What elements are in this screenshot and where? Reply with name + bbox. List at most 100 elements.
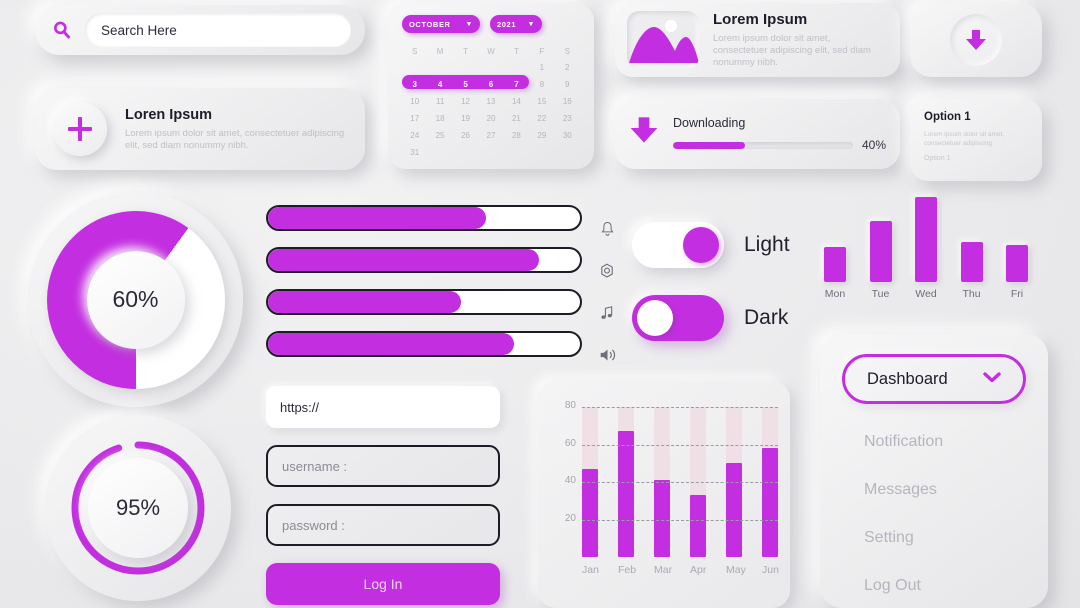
image-placeholder-icon xyxy=(627,11,699,69)
password-input[interactable]: password : xyxy=(266,504,500,546)
image-card-title: Lorem Ipsum xyxy=(713,11,808,28)
calendar-day[interactable]: 1 xyxy=(529,61,554,75)
weekday-label: Thu xyxy=(962,288,981,300)
calendar-day[interactable]: 14 xyxy=(504,95,529,109)
calendar-day[interactable]: 21 xyxy=(504,112,529,126)
calendar-blank xyxy=(478,61,503,75)
menu-item-notification[interactable]: Notification xyxy=(842,418,1026,466)
downloading-body: Downloading 40% xyxy=(673,116,886,152)
music-note-icon[interactable] xyxy=(594,292,620,334)
calendar-month-select[interactable]: OCTOBER ▼ xyxy=(402,15,480,33)
calendar-day-header: T xyxy=(463,47,468,56)
weekday-label: Wed xyxy=(915,288,937,300)
calendar-day[interactable]: 6 xyxy=(478,78,503,92)
calendar-blank xyxy=(453,61,478,75)
calendar-year-label: 2021 xyxy=(497,19,517,29)
calendar-day[interactable]: 4 xyxy=(427,78,452,92)
toggle-dark[interactable] xyxy=(632,295,724,341)
calendar-day[interactable]: 23 xyxy=(555,112,580,126)
url-input[interactable]: https:// xyxy=(266,386,500,428)
option-card[interactable]: Option 1 Lorem ipsum dolor sit amet, con… xyxy=(910,99,1042,181)
calendar-day-header: T xyxy=(513,47,519,56)
calendar-grid[interactable]: S M T W T F S 1 2 3 4 5 6 7 8 9 10 11 12 13 14 15 16 17 18 19 20 21… xyxy=(402,45,580,160)
calendar-day[interactable]: 3 xyxy=(402,78,427,92)
calendar-day[interactable]: 29 xyxy=(529,129,554,143)
menu-item-setting[interactable]: Setting xyxy=(842,514,1026,562)
monthly-chart-gridline xyxy=(582,482,778,483)
volume-slider[interactable] xyxy=(266,331,582,357)
calendar-day[interactable]: 25 xyxy=(427,129,452,143)
calendar-day[interactable]: 20 xyxy=(478,112,503,126)
monthly-chart-xlabel: Jan xyxy=(582,564,599,576)
calendar-day[interactable]: 11 xyxy=(427,95,452,109)
menu-item-log-out[interactable]: Log Out xyxy=(842,562,1026,608)
add-item-card[interactable]: Loren Ipsum Lorem ipsum dolor sit amet, … xyxy=(35,88,365,170)
calendar-day[interactable]: 18 xyxy=(427,112,452,126)
notification-slider[interactable] xyxy=(266,205,582,231)
weekday-bar-column xyxy=(1002,245,1032,282)
volume-icon[interactable] xyxy=(594,334,620,376)
calendar-day[interactable]: 30 xyxy=(555,129,580,143)
login-button[interactable]: Log In xyxy=(266,563,500,605)
monthly-chart-xlabel: May xyxy=(726,564,746,576)
search-bar[interactable]: Search Here xyxy=(35,5,365,55)
calendar-day[interactable]: 19 xyxy=(453,112,478,126)
calendar-day[interactable]: 22 xyxy=(529,112,554,126)
toggle-knob[interactable] xyxy=(683,227,719,263)
menu-selected-label: Dashboard xyxy=(867,369,948,388)
calendar-day[interactable]: 5 xyxy=(453,78,478,92)
menu-selected-item[interactable]: Dashboard xyxy=(842,354,1026,404)
username-input[interactable]: username : xyxy=(266,445,500,487)
calendar-day[interactable]: 28 xyxy=(504,129,529,143)
calendar-header: OCTOBER ▼ 2021 ▼ xyxy=(402,15,580,33)
chevron-down-icon: ▼ xyxy=(465,20,473,28)
weekday-bar-chart: Mon Tue Wed Thu Fri xyxy=(820,190,1032,302)
calendar-year-select[interactable]: 2021 ▼ xyxy=(490,15,542,33)
calendar-day[interactable]: 8 xyxy=(529,78,554,92)
weekday-bar-column xyxy=(957,241,987,282)
calendar-day[interactable]: 31 xyxy=(402,146,427,160)
calendar-day[interactable]: 2 xyxy=(555,61,580,75)
calendar-day[interactable]: 26 xyxy=(453,129,478,143)
calendar-day[interactable]: 10 xyxy=(402,95,427,109)
weekday-bar xyxy=(824,247,846,282)
calendar-day[interactable]: 24 xyxy=(402,129,427,143)
calendar-day-header: S xyxy=(412,47,418,56)
weekday-bar-column xyxy=(866,221,896,282)
calendar-day[interactable]: 16 xyxy=(555,95,580,109)
download-percent-label: 40% xyxy=(861,138,886,152)
toggle-light[interactable] xyxy=(632,222,724,268)
chevron-down-icon[interactable] xyxy=(983,370,1001,388)
calendar-day[interactable]: 7 xyxy=(504,78,529,92)
calendar-day[interactable]: 9 xyxy=(555,78,580,92)
calendar-day[interactable]: 27 xyxy=(478,129,503,143)
downloading-label: Downloading xyxy=(673,116,746,130)
monthly-bar-fill xyxy=(618,431,634,557)
donut-chart-60: 60% xyxy=(28,192,243,407)
search-input[interactable]: Search Here xyxy=(85,13,351,47)
download-button[interactable] xyxy=(910,3,1042,77)
calendar-day[interactable]: 13 xyxy=(478,95,503,109)
login-form: https:// username : password : Log In xyxy=(266,386,500,605)
monthly-chart-xlabel: Jun xyxy=(762,564,779,576)
calendar-blank xyxy=(504,61,529,75)
music-slider[interactable] xyxy=(266,289,582,315)
brightness-slider[interactable] xyxy=(266,247,582,273)
progress-ring-95: 95% xyxy=(45,415,231,601)
weekday-bar-column xyxy=(911,197,941,282)
bell-icon[interactable] xyxy=(594,208,620,250)
menu-item-messages[interactable]: Messages xyxy=(842,466,1026,514)
search-icon[interactable] xyxy=(49,17,75,43)
image-card-text: Lorem Ipsum Lorem ipsum dolor sit amet, … xyxy=(713,11,873,69)
downloading-progress-row: 40% xyxy=(673,138,886,152)
monthly-chart-xlabel: Apr xyxy=(690,564,707,576)
plus-button[interactable] xyxy=(53,102,107,156)
gear-icon[interactable] xyxy=(594,250,620,292)
navigation-menu: Dashboard Notification Messages Setting Log… xyxy=(820,334,1048,608)
image-card[interactable]: Lorem Ipsum Lorem ipsum dolor sit amet, … xyxy=(615,3,900,77)
calendar-day[interactable]: 17 xyxy=(402,112,427,126)
calendar-day[interactable]: 12 xyxy=(453,95,478,109)
calendar-widget[interactable]: OCTOBER ▼ 2021 ▼ S M T W T F S 1 2 3 4 5 6 7 8 9 10 11 12 1… xyxy=(388,3,594,169)
calendar-day[interactable]: 15 xyxy=(529,95,554,109)
toggle-knob[interactable] xyxy=(637,300,673,336)
